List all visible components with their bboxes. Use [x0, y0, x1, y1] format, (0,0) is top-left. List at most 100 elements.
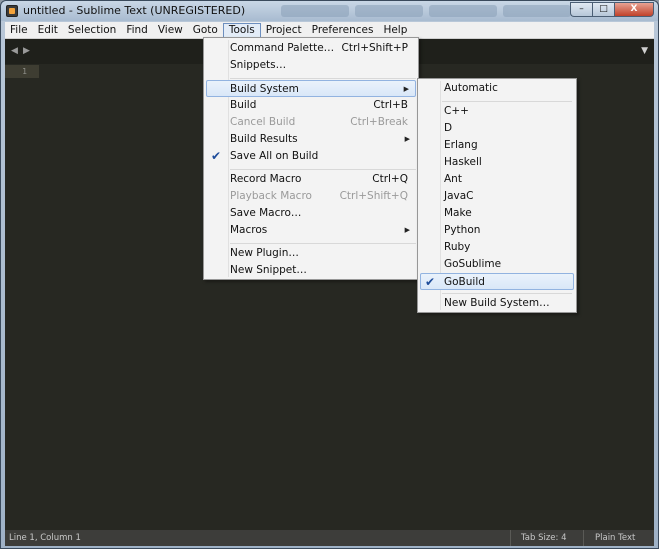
checkmark-icon: ✔ [425, 275, 436, 289]
title-bar[interactable]: untitled - Sublime Text (UNREGISTERED) –… [1, 1, 658, 21]
menu-item-new-plugin[interactable]: New Plugin… [206, 245, 416, 262]
menu-view[interactable]: View [153, 23, 188, 38]
menu-help[interactable]: Help [378, 23, 412, 38]
menu-item-cancel-build: Cancel Build Ctrl+Break [206, 114, 416, 131]
menu-item-label: Ruby [444, 241, 471, 253]
blurred-region [503, 5, 571, 17]
menu-item-label: Make [444, 207, 472, 219]
menu-separator [230, 169, 416, 170]
cursor-position[interactable]: Line 1, Column 1 [9, 533, 81, 543]
menu-item-command-palette[interactable]: Command Palette… Ctrl+Shift+P [206, 40, 416, 57]
triangle-right-icon[interactable]: ▶ [23, 46, 30, 56]
checkmark-icon: ✔ [211, 149, 222, 163]
menu-find[interactable]: Find [121, 23, 153, 38]
syntax-indicator[interactable]: Plain Text [595, 533, 635, 543]
menu-item-label: Build [230, 99, 257, 111]
submenu-arrow-icon: ▶ [404, 135, 410, 143]
menu-item-shortcut: Ctrl+Shift+Q [339, 190, 408, 202]
current-line-highlight: 1 [5, 65, 39, 78]
line-number: 1 [22, 67, 27, 76]
menu-separator [230, 243, 416, 244]
menu-item-macros[interactable]: Macros ▶ [206, 222, 416, 239]
menu-item-label: Save All on Build [230, 150, 319, 162]
submenu-arrow-icon: ▶ [404, 226, 410, 234]
menu-item-snippets[interactable]: Snippets… [206, 57, 416, 74]
menu-item-label: Record Macro [230, 173, 302, 185]
build-system-haskell[interactable]: Haskell [420, 154, 574, 171]
build-system-cpp[interactable]: C++ [420, 103, 574, 120]
close-button[interactable]: X [614, 2, 654, 17]
window-controls: – □ X [570, 2, 654, 17]
sublime-text-app-icon [6, 5, 18, 17]
menu-item-save-macro[interactable]: Save Macro… [206, 205, 416, 222]
build-system-ant[interactable]: Ant [420, 171, 574, 188]
build-system-automatic[interactable]: Automatic [420, 80, 574, 97]
menu-project[interactable]: Project [261, 23, 307, 38]
menu-item-build-results[interactable]: Build Results ▶ [206, 131, 416, 148]
minimize-button[interactable]: – [570, 2, 592, 17]
menu-item-label: Ant [444, 173, 462, 185]
menu-item-label: Haskell [444, 156, 482, 168]
menu-item-record-macro[interactable]: Record Macro Ctrl+Q [206, 171, 416, 188]
maximize-button[interactable]: □ [592, 2, 614, 17]
menu-item-playback-macro: Playback Macro Ctrl+Shift+Q [206, 188, 416, 205]
menu-item-new-snippet[interactable]: New Snippet… [206, 262, 416, 279]
build-system-make[interactable]: Make [420, 205, 574, 222]
menu-item-label: Python [444, 224, 481, 236]
tab-size-indicator[interactable]: Tab Size: 4 [521, 533, 567, 543]
menu-item-shortcut: Ctrl+B [373, 99, 408, 111]
blurred-taskbar-region [281, 5, 571, 17]
build-system-submenu: Automatic C++ D Erlang Haskell Ant JavaC… [417, 78, 577, 313]
blurred-region [355, 5, 423, 17]
menu-item-label: Command Palette… [230, 42, 335, 54]
tools-menu: Command Palette… Ctrl+Shift+P Snippets… … [203, 37, 419, 280]
menu-selection[interactable]: Selection [63, 23, 121, 38]
build-system-gobuild[interactable]: ✔ GoBuild [420, 273, 574, 290]
menu-item-build[interactable]: Build Ctrl+B [206, 97, 416, 114]
menu-item-label: D [444, 122, 453, 134]
menu-item-label: Build System [230, 83, 299, 95]
build-system-d[interactable]: D [420, 120, 574, 137]
build-system-javac[interactable]: JavaC [420, 188, 574, 205]
build-system-gosublime[interactable]: GoSublime [420, 256, 574, 273]
menu-item-shortcut: Ctrl+Q [372, 173, 408, 185]
menu-item-label: Automatic [444, 82, 498, 94]
menu-item-label: Playback Macro [230, 190, 312, 202]
build-system-new[interactable]: New Build System… [420, 295, 574, 312]
triangle-down-icon[interactable]: ▼ [641, 46, 648, 56]
blurred-region [281, 5, 349, 17]
menu-item-label: Erlang [444, 139, 478, 151]
menu-item-label: New Snippet… [230, 264, 307, 276]
menu-item-label: C++ [444, 105, 469, 117]
menu-item-shortcut: Ctrl+Break [350, 116, 408, 128]
menu-item-label: New Plugin… [230, 247, 299, 259]
blurred-region [429, 5, 497, 17]
menu-item-label: New Build System… [444, 297, 550, 309]
triangle-left-icon[interactable]: ◀ [11, 46, 18, 56]
menu-item-shortcut: Ctrl+Shift+P [341, 42, 408, 54]
menu-separator [442, 101, 572, 102]
status-divider [510, 530, 511, 546]
menu-goto[interactable]: Goto [188, 23, 223, 38]
menu-item-label: GoBuild [444, 276, 485, 288]
build-system-erlang[interactable]: Erlang [420, 137, 574, 154]
menu-separator [230, 78, 416, 79]
window-title: untitled - Sublime Text (UNREGISTERED) [23, 4, 246, 17]
build-system-ruby[interactable]: Ruby [420, 239, 574, 256]
status-divider [583, 530, 584, 546]
status-bar: Line 1, Column 1 Tab Size: 4 Plain Text [5, 530, 654, 546]
menu-item-label: Snippets… [230, 59, 287, 71]
menu-preferences[interactable]: Preferences [307, 23, 379, 38]
submenu-arrow-icon: ▶ [403, 85, 409, 93]
menu-item-label: Macros [230, 224, 268, 236]
menu-tools[interactable]: Tools [222, 22, 261, 38]
menu-item-save-all-on-build[interactable]: ✔ Save All on Build [206, 148, 416, 165]
menu-item-build-system[interactable]: Build System ▶ [206, 80, 416, 97]
menu-item-label: Save Macro… [230, 207, 302, 219]
menu-file[interactable]: File [5, 23, 33, 38]
build-system-python[interactable]: Python [420, 222, 574, 239]
line-gutter: 1 [5, 65, 39, 530]
menu-separator [442, 293, 572, 294]
menu-item-label: GoSublime [444, 258, 502, 270]
menu-edit[interactable]: Edit [33, 23, 63, 38]
